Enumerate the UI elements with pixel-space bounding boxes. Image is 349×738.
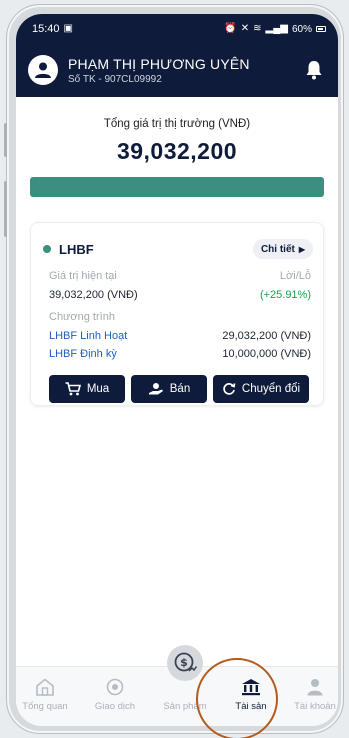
program-label: Chương trình <box>49 311 115 323</box>
nav-label: Tài khoản <box>294 701 336 712</box>
buy-button-label: Mua <box>86 383 110 395</box>
nav-item-account[interactable]: Tài khoản <box>292 677 338 712</box>
nav-item-overview[interactable]: Tổng quan <box>22 677 68 712</box>
account-number: Số TK - 907CL09992 <box>68 73 162 85</box>
nav-label: Tổng quan <box>22 701 68 712</box>
buy-button[interactable]: Mua <box>49 375 125 403</box>
transaction-icon <box>106 678 124 696</box>
svg-text:$: $ <box>180 656 188 669</box>
signal-icon: ▂▄▆ <box>265 23 288 34</box>
profit-value: (+25.91%) <box>259 289 311 301</box>
alarm-icon: ⏰ <box>224 23 237 34</box>
bell-icon <box>306 61 322 80</box>
switch-button-label: Chuyển đổi <box>241 383 301 395</box>
hand-coin-icon <box>148 383 163 395</box>
nav-item-transactions[interactable]: Giao dịch <box>90 677 140 712</box>
fund-color-dot <box>43 245 51 253</box>
user-avatar-icon <box>35 62 51 78</box>
fund-card: LHBF Chi tiết ▶ Giá trị hiện tại Lời/Lỗ … <box>30 222 324 406</box>
program-name-link[interactable]: LHBF Định kỳ <box>49 348 117 360</box>
app-screen: 15:40 ▣ ⏰ ✕ ≋ ▂▄▆ 60% PHẠM THỊ PHƯƠNG UY… <box>16 14 338 726</box>
wifi-icon: ≋ <box>253 23 262 34</box>
profit-label: Lời/Lỗ <box>279 270 311 282</box>
side-button-lower <box>4 181 7 237</box>
sell-button[interactable]: Bán <box>131 375 207 403</box>
status-time: 15:40 <box>32 23 60 35</box>
notification-button[interactable] <box>302 58 326 82</box>
current-value-label: Giá trị hiện tại <box>49 270 117 282</box>
mute-icon: ✕ <box>240 23 250 34</box>
program-value: 10,000,000 (VNĐ) <box>222 348 311 360</box>
side-button-upper <box>4 123 7 157</box>
annotation-highlight-circle <box>196 658 278 738</box>
product-coin-icon: $ <box>174 652 197 672</box>
avatar[interactable] <box>28 55 58 85</box>
detail-button[interactable]: Chi tiết ▶ <box>252 239 313 259</box>
total-value-label: Tổng giá trị thị trường (VNĐ) <box>103 118 251 130</box>
cart-icon <box>65 382 81 396</box>
nav-label: Giao dịch <box>94 701 136 712</box>
fund-name: LHBF <box>59 241 94 257</box>
switch-button[interactable]: Chuyển đổi <box>213 375 309 403</box>
program-row: LHBF Linh Hoạt 29,032,200 (VNĐ) <box>49 330 311 342</box>
app-header: 15:40 ▣ ⏰ ✕ ≋ ▂▄▆ 60% PHẠM THỊ PHƯƠNG UY… <box>16 14 338 97</box>
program-name-link[interactable]: LHBF Linh Hoạt <box>49 330 127 342</box>
current-value: 39,032,200 (VNĐ) <box>49 289 138 301</box>
user-name: PHẠM THỊ PHƯƠNG UYÊN <box>68 55 250 72</box>
allocation-bar-fill <box>30 177 324 197</box>
phone-frame: 15:40 ▣ ⏰ ✕ ≋ ▂▄▆ 60% PHẠM THỊ PHƯƠNG UY… <box>4 4 344 734</box>
program-row: LHBF Định kỳ 10,000,000 (VNĐ) <box>49 348 311 360</box>
sell-button-label: Bán <box>169 383 191 395</box>
detail-button-label: Chi tiết <box>260 243 295 255</box>
refresh-icon <box>223 383 236 395</box>
allocation-bar <box>30 177 324 197</box>
home-icon <box>36 678 54 696</box>
user-icon <box>307 679 323 696</box>
status-bar: 15:40 ▣ ⏰ ✕ ≋ ▂▄▆ 60% <box>16 14 338 44</box>
battery-icon <box>316 26 326 32</box>
bottom-navigation: Tổng quan Giao dịch Sản phẩm $ Tài sản T… <box>16 645 338 726</box>
products-fab[interactable]: $ <box>167 645 203 681</box>
user-row: PHẠM THỊ PHƯƠNG UYÊN Số TK - 907CL09992 <box>28 50 326 90</box>
program-value: 29,032,200 (VNĐ) <box>222 330 311 342</box>
total-value: 39,032,200 <box>116 138 238 164</box>
battery-percent: 60% <box>291 23 312 35</box>
gallery-notification-icon: ▣ <box>63 23 73 34</box>
play-arrow-icon: ▶ <box>298 244 305 254</box>
